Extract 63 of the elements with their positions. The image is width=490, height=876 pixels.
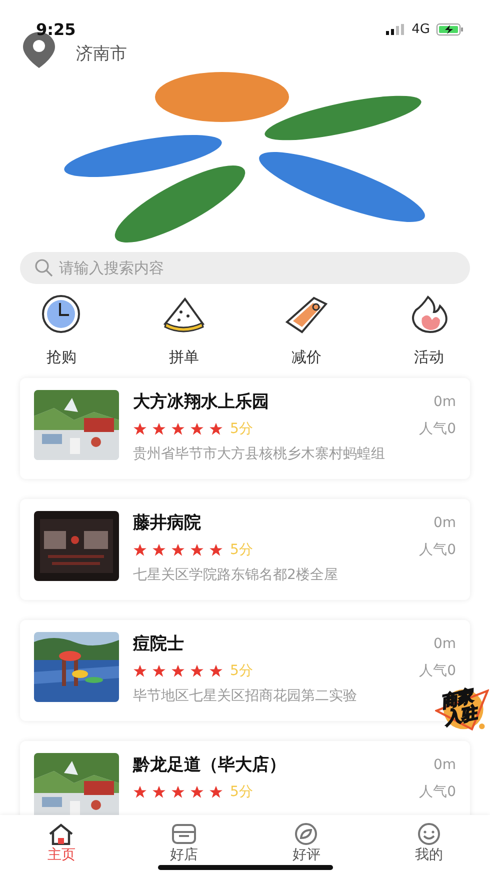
popularity-text: 人气0 [419,783,456,801]
distance-text: 0m [433,514,456,530]
star-icon [152,543,166,557]
score-text: 5分 [230,662,253,680]
star-icon [209,543,223,557]
category-button[interactable]: 抢购 [0,294,122,367]
tab[interactable]: 好评 [245,815,368,864]
price-tag-icon [284,296,328,334]
category-button[interactable]: 减价 [245,294,368,367]
popularity-text: 人气0 [419,420,456,438]
battery-charging-icon [436,22,464,36]
pizza-slice-icon [160,296,207,334]
category-button[interactable]: 拼单 [122,294,245,367]
distance-text: 0m [433,636,456,652]
star-icon [190,664,204,678]
star-icon [209,785,223,799]
signal-icon [386,24,406,34]
score-text: 5分 [230,541,253,559]
shop-card[interactable]: 藤井病院 0m 5分 人气0 七星关区学院路东锦名都2楼全屋 [20,499,470,600]
popularity-text: 人气0 [419,662,456,680]
home-icon [48,823,74,845]
star-icon [190,543,204,557]
star-icon [152,785,166,799]
star-icon [152,664,166,678]
store-icon [170,823,197,845]
distance-text: 0m [433,756,456,772]
star-icon [171,664,185,678]
shop-card[interactable]: 大方冰翔水上乐园 0m 5分 人气0 贵州省毕节市大方县核桃乡木寨村蚂蝗组 [20,378,470,479]
category-button[interactable]: 活动 [368,294,490,367]
shop-name: 藤井病院 [133,512,201,534]
shop-address: 毕节地区七星关区招商花园第二实验 [133,687,357,705]
star-icon [171,422,185,436]
star-icon [209,422,223,436]
tab[interactable]: 我的 [368,815,490,864]
smiley-icon [416,823,442,845]
leaf-circle-icon [293,823,320,845]
star-icon [209,664,223,678]
shop-name: 黔龙足道（毕大店） [133,754,286,776]
star-icon [152,422,166,436]
shop-address: 七星关区学院路东锦名都2楼全屋 [133,566,338,584]
tab[interactable]: 主页 [0,815,122,864]
status-time: 9:25 [36,20,76,38]
star-icon [133,422,147,436]
star-icon [133,785,147,799]
star-icon [133,664,147,678]
shop-address: 贵州省毕节市大方县核桃乡木寨村蚂蝗组 [133,445,385,463]
score-text: 5分 [230,420,253,438]
distance-text: 0m [433,394,456,410]
star-icon [133,543,147,557]
search-field[interactable]: 请输入搜索内容 [20,252,470,284]
tab[interactable]: 好店 [122,815,245,864]
city-name[interactable]: 济南市 [76,42,127,64]
popularity-text: 人气0 [419,541,456,559]
shop-name: 大方冰翔水上乐园 [133,391,269,413]
star-icon [190,785,204,799]
star-icon [190,422,204,436]
score-text: 5分 [230,783,253,801]
search-icon [34,258,54,278]
star-icon [171,543,185,557]
shop-name: 痘院士 [133,633,184,655]
star-icon [171,785,185,799]
network-text: 4G [412,22,430,36]
shop-card[interactable]: 黔龙足道（毕大店） 0m 5分 人气0 [20,741,470,815]
